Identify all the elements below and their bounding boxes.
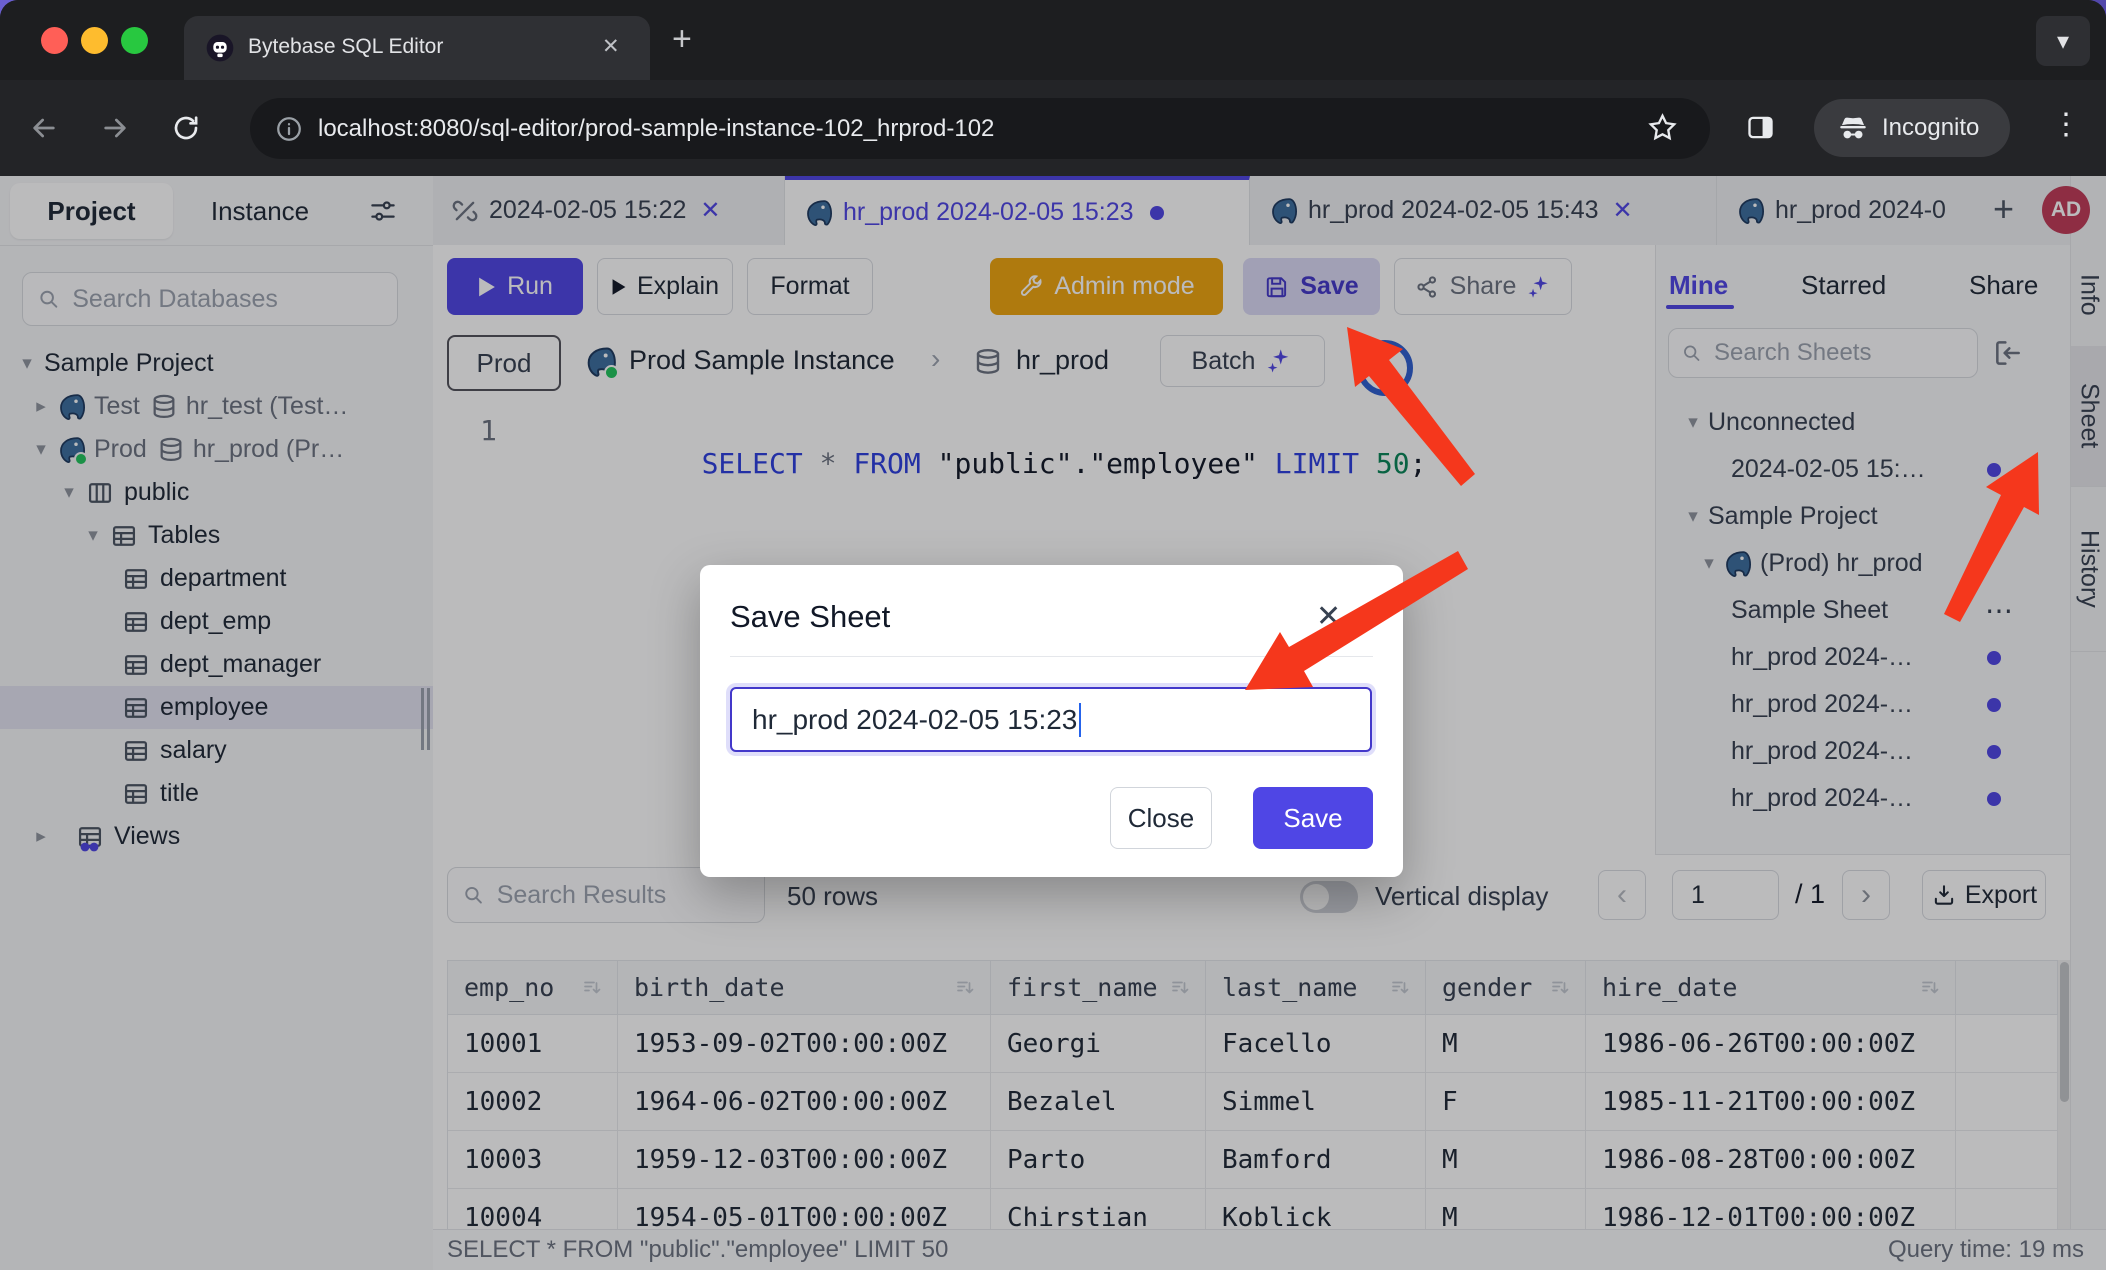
incognito-badge: Incognito bbox=[1814, 99, 2010, 157]
save-sheet-modal: Save Sheet ✕ hr_prod 2024-02-05 15:23 Cl… bbox=[700, 565, 1403, 877]
chrome-tabstrip: Bytebase SQL Editor ✕ + ▾ bbox=[0, 0, 2106, 80]
modal-divider bbox=[730, 656, 1373, 657]
bytebase-app: Project Instance ▾ Sample bbox=[0, 176, 2106, 1270]
bookmark-star-icon[interactable] bbox=[1646, 111, 1679, 144]
text-caret bbox=[1079, 703, 1081, 737]
browser-tab-title: Bytebase SQL Editor bbox=[248, 35, 443, 59]
modal-title: Save Sheet bbox=[730, 599, 890, 635]
omnibox[interactable]: localhost:8080/sql-editor/prod-sample-in… bbox=[250, 98, 1710, 159]
sheet-name-value: hr_prod 2024-02-05 15:23 bbox=[752, 704, 1077, 736]
browser-window: Bytebase SQL Editor ✕ + ▾ lo bbox=[0, 0, 2106, 1270]
tab-close-icon[interactable]: ✕ bbox=[602, 34, 620, 59]
browser-tab[interactable]: Bytebase SQL Editor ✕ bbox=[184, 16, 650, 80]
reload-icon[interactable] bbox=[170, 112, 202, 144]
forward-icon[interactable] bbox=[99, 112, 131, 144]
window-zoom-button[interactable] bbox=[121, 27, 148, 54]
tab-search-button[interactable]: ▾ bbox=[2036, 16, 2090, 66]
incognito-label: Incognito bbox=[1882, 114, 1979, 142]
close-label: Close bbox=[1128, 803, 1194, 834]
incognito-icon bbox=[1836, 111, 1870, 145]
save-label: Save bbox=[1283, 803, 1342, 834]
chrome-urlbar: localhost:8080/sql-editor/prod-sample-in… bbox=[0, 80, 2106, 176]
bytebase-favicon bbox=[204, 32, 236, 64]
sheet-name-input[interactable]: hr_prod 2024-02-05 15:23 bbox=[730, 687, 1372, 752]
window-minimize-button[interactable] bbox=[81, 27, 108, 54]
screenshot-root: Bytebase SQL Editor ✕ + ▾ lo bbox=[0, 0, 2106, 1270]
new-tab-icon[interactable]: + bbox=[672, 20, 692, 59]
site-info-icon[interactable] bbox=[274, 114, 304, 144]
back-icon[interactable] bbox=[28, 112, 60, 144]
chevron-down-icon: ▾ bbox=[2057, 27, 2069, 56]
side-panel-icon[interactable] bbox=[1744, 111, 1777, 144]
modal-close-button[interactable]: Close bbox=[1110, 787, 1212, 849]
url-text: localhost:8080/sql-editor/prod-sample-in… bbox=[318, 115, 994, 143]
window-close-button[interactable] bbox=[41, 27, 68, 54]
modal-close-icon[interactable]: ✕ bbox=[1316, 599, 1341, 634]
modal-save-button[interactable]: Save bbox=[1253, 787, 1373, 849]
browser-menu-icon[interactable]: ⋮ bbox=[2051, 107, 2081, 142]
